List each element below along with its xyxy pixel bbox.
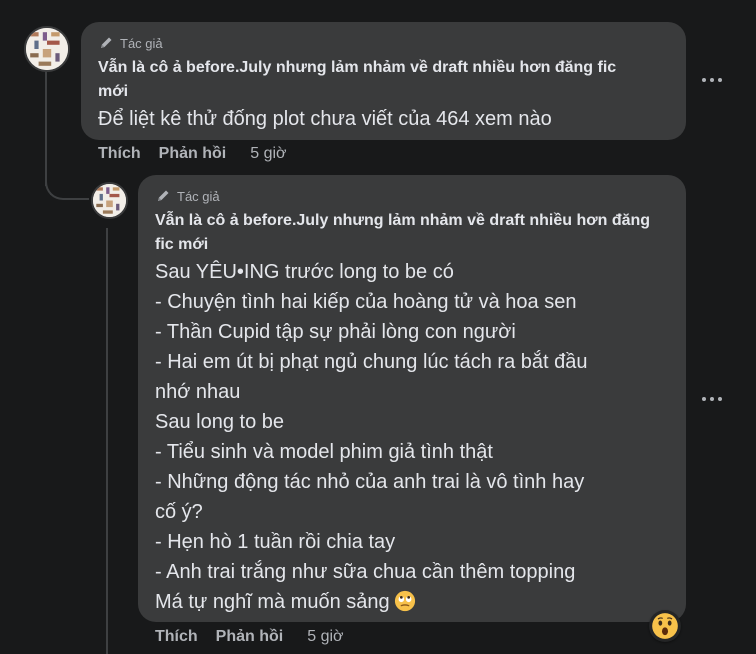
- reply-button[interactable]: Phản hồi: [216, 628, 284, 646]
- comment-line: Má tự nghĩ mà muốn sảng: [155, 591, 390, 613]
- like-button[interactable]: Thích: [98, 145, 141, 163]
- comment-line: Sau long to be: [155, 411, 284, 433]
- author-badge: Tác giả: [177, 188, 220, 204]
- thread-connector: [106, 228, 108, 654]
- avatar-image: [26, 28, 68, 70]
- author-name[interactable]: Vẫn là cô ả before.July nhưng lảm nhảm v…: [155, 209, 655, 257]
- comment-line: - Thần Cupid tập sự phải lòng con người: [155, 321, 516, 343]
- avatar[interactable]: [91, 182, 128, 219]
- comment-bubble: Tác giả Vẫn là cô ả before.July nhưng lả…: [138, 175, 686, 622]
- comment-line: cố ý?: [155, 501, 203, 523]
- comment-line: - Hẹn hò 1 tuần rồi chia tay: [155, 531, 396, 553]
- comment-line: - Anh trai trắng như sữa chua cần thêm t…: [155, 561, 576, 583]
- author-badge: Tác giả: [120, 35, 163, 51]
- comment-actions: Thích Phản hồi 5 giờ: [98, 145, 287, 163]
- comment-text: Sau YÊU•ING trước long to be có - Chuyện…: [155, 257, 670, 617]
- comment-line: Sau YÊU•ING trước long to be có: [155, 261, 454, 283]
- avatar[interactable]: [24, 26, 70, 72]
- comment-line: - Tiểu sinh và model phim giả tình thật: [155, 441, 493, 463]
- dot-icon: [710, 78, 714, 82]
- more-options-button[interactable]: [702, 73, 722, 87]
- dot-icon: [718, 78, 722, 82]
- timestamp[interactable]: 5 giờ: [307, 628, 343, 646]
- comment-line: - Những động tác nhỏ của anh trai là vô …: [155, 471, 585, 493]
- avatar-image: [93, 184, 126, 217]
- comment-last-line: Má tự nghĩ mà muốn sảng: [155, 587, 670, 617]
- like-button[interactable]: Thích: [155, 628, 198, 646]
- comment-text: Để liệt kê thử đống plot chưa viết của 4…: [98, 108, 552, 130]
- eye-roll-emoji-icon: [394, 590, 415, 612]
- dot-icon: [702, 397, 706, 401]
- dot-icon: [710, 397, 714, 401]
- author-name[interactable]: Vẫn là cô ả before.July nhưng lảm nhảm v…: [98, 56, 638, 104]
- author-badge-row: Tác giả: [98, 34, 670, 52]
- comment-line: - Chuyện tình hai kiếp của hoàng tử và h…: [155, 291, 577, 313]
- reply-button[interactable]: Phản hồi: [159, 145, 227, 163]
- wow-emoji-icon: [652, 613, 678, 639]
- dot-icon: [718, 397, 722, 401]
- reply-connector: [45, 168, 89, 200]
- comment-line: - Hai em út bị phạt ngủ chung lúc tách r…: [155, 351, 588, 373]
- comment-line: nhớ nhau: [155, 381, 241, 403]
- comment-actions: Thích Phản hồi 5 giờ: [155, 628, 344, 646]
- pen-icon: [158, 190, 169, 201]
- comment-bubble: Tác giả Vẫn là cô ả before.July nhưng lả…: [81, 22, 686, 140]
- more-options-button[interactable]: [702, 392, 722, 406]
- pen-icon: [101, 37, 112, 48]
- comment-thread: Tác giả Vẫn là cô ả before.July nhưng lả…: [0, 0, 756, 654]
- author-badge-row: Tác giả: [155, 187, 670, 205]
- dot-icon: [702, 78, 706, 82]
- timestamp[interactable]: 5 giờ: [250, 145, 286, 163]
- reaction-wow-icon[interactable]: [649, 610, 681, 642]
